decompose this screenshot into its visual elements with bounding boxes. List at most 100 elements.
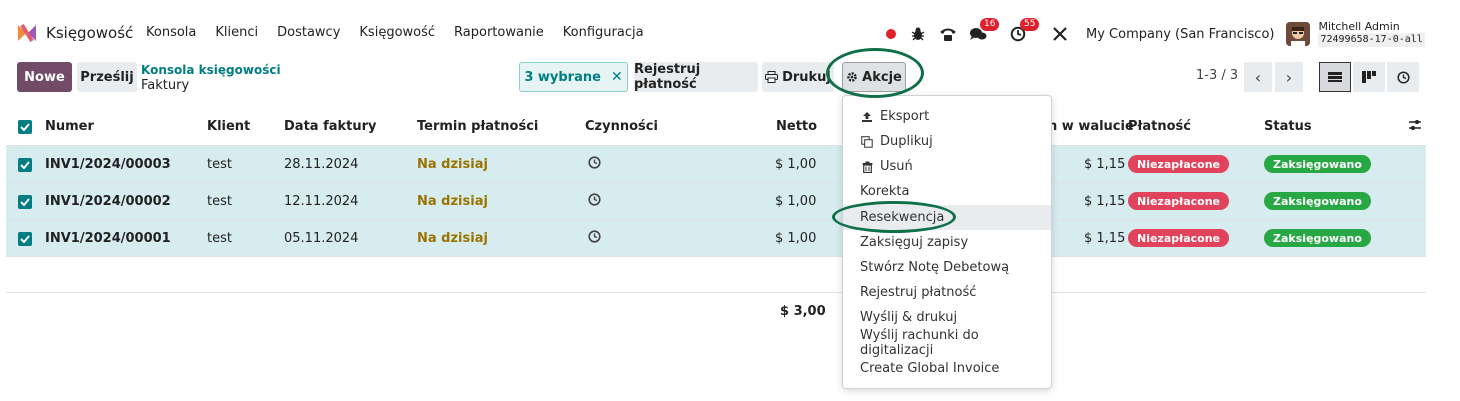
menu-item-register-payment[interactable]: Rejestruj płatność (843, 280, 1051, 305)
trash-icon (860, 160, 874, 174)
new-button[interactable]: Nowe (17, 62, 72, 92)
activity-badge: 55 (1020, 18, 1040, 31)
invoice-net: $ 1,00 (775, 194, 817, 209)
print-label: Drukuj (782, 69, 831, 85)
menu-item-create-global-invoice[interactable]: Create Global Invoice (843, 356, 1051, 381)
actions-dropdown-menu: Eksport Duplikuj Usuń Korekta Resekwencj… (842, 95, 1052, 389)
menu-item-delete[interactable]: Usuń (843, 154, 1051, 179)
menu-item-klienci[interactable]: Klienci (215, 25, 258, 40)
register-payment-button[interactable]: Rejestruj płatność (634, 62, 758, 92)
systray: 16 55 My Company (San Francisco) Mitchel… (886, 18, 1425, 48)
table-row[interactable]: INV1/2024/00003 test 28.11.2024 Na dzisi… (6, 146, 1426, 183)
column-header-total-currency[interactable]: n w walucie (1048, 119, 1134, 134)
menu-item-resequence[interactable]: Resekwencja (843, 205, 1051, 230)
user-menu[interactable]: Mitchell Admin 72499658-17-0-all (1318, 20, 1425, 47)
column-header-invoice-date[interactable]: Data faktury (284, 119, 377, 134)
actions-button[interactable]: Akcje (842, 62, 906, 92)
invoice-date: 12.11.2024 (284, 194, 359, 209)
menu-item-send-for-digitization[interactable]: Wyślij rachunki do digitalizacji (843, 327, 1051, 358)
activity-clock-icon[interactable] (588, 193, 601, 210)
menu-item-label: Duplikuj (880, 134, 933, 149)
invoice-net: $ 1,00 (775, 231, 817, 246)
invoice-number: INV1/2024/00002 (45, 194, 171, 209)
company-switcher[interactable]: My Company (San Francisco) (1086, 27, 1274, 42)
menu-item-label: Rejestruj płatność (860, 285, 977, 300)
optional-columns-icon[interactable] (1408, 118, 1422, 136)
menu-item-raportowanie[interactable]: Raportowanie (454, 25, 544, 40)
bug-icon[interactable] (908, 24, 928, 44)
invoice-client: test (207, 194, 232, 209)
column-header-status[interactable]: Status (1264, 119, 1312, 134)
table-row[interactable]: INV1/2024/00002 test 12.11.2024 Na dzisi… (6, 183, 1426, 220)
breadcrumb: Konsola księgowości Faktury (141, 63, 281, 93)
empty-row (6, 258, 1426, 293)
menu-item-label: Wyślij rachunki do digitalizacji (860, 327, 979, 358)
menu-item-post-entries[interactable]: Zaksięguj zapisy (843, 230, 1051, 255)
invoice-total: $ 1,15 (1084, 194, 1126, 209)
invoice-date: 28.11.2024 (284, 157, 359, 172)
chat-icon[interactable]: 16 (968, 18, 1000, 44)
menu-item-konsola[interactable]: Konsola (146, 25, 196, 40)
top-navbar: Księgowość Konsola Klienci Dostawcy Księ… (6, 14, 1426, 52)
breadcrumb-parent[interactable]: Konsola księgowości (141, 63, 281, 78)
column-header-due-date[interactable]: Termin płatności (417, 119, 538, 134)
upload-button[interactable]: Prześlij (77, 62, 137, 92)
main-menu: Konsola Klienci Dostawcy Księgowość Rapo… (146, 25, 663, 40)
user-avatar[interactable] (1286, 22, 1311, 46)
breadcrumb-current: Faktury (141, 78, 190, 93)
invoice-number: INV1/2024/00001 (45, 231, 171, 246)
activity-clock-icon[interactable] (588, 156, 601, 173)
menu-item-send-and-print[interactable]: Wyślij & drukuj (843, 305, 1051, 330)
selection-counter[interactable]: 3 wybrane ✕ (519, 62, 628, 92)
recording-indicator-icon[interactable] (886, 29, 896, 39)
menu-item-create-debit-note[interactable]: Stwórz Notę Debetową (843, 255, 1051, 280)
invoice-due: Na dzisiaj (417, 157, 488, 172)
payment-status-badge: Niezapłacone (1128, 229, 1230, 247)
printer-icon (765, 71, 779, 83)
gear-icon (847, 72, 857, 82)
invoice-total: $ 1,15 (1084, 157, 1126, 172)
column-header-client[interactable]: Klient (207, 119, 250, 134)
pager-value[interactable]: 1-3 / 3 (1196, 68, 1238, 83)
menu-item-export[interactable]: Eksport (843, 104, 1051, 129)
invoice-net: $ 1,00 (775, 157, 817, 172)
payment-status-badge: Niezapłacone (1128, 192, 1230, 210)
column-header-number[interactable]: Numer (45, 119, 94, 134)
menu-item-correction[interactable]: Korekta (843, 179, 1051, 204)
menu-item-label: Wyślij & drukuj (860, 310, 958, 325)
row-checkbox[interactable] (18, 195, 32, 209)
row-checkbox[interactable] (18, 158, 32, 172)
clear-selection-icon[interactable]: ✕ (611, 69, 623, 85)
kanban-view-icon[interactable] (1353, 62, 1385, 92)
menu-item-ksiegowosc[interactable]: Księgowość (359, 25, 435, 40)
list-view-icon[interactable] (1319, 62, 1351, 92)
column-header-activities[interactable]: Czynności (585, 119, 658, 134)
menu-item-label: Stwórz Notę Debetową (860, 260, 1010, 275)
invoice-client: test (207, 157, 232, 172)
menu-item-label: Usuń (880, 159, 913, 174)
menu-item-label: Korekta (860, 184, 910, 199)
pager-next-icon[interactable]: › (1275, 62, 1303, 92)
pager-previous-icon[interactable]: ‹ (1244, 62, 1272, 92)
select-all-checkbox[interactable] (18, 120, 32, 134)
column-header-net[interactable]: Netto (776, 119, 817, 134)
user-name: Mitchell Admin (1318, 20, 1400, 33)
activity-view-icon[interactable] (1387, 62, 1419, 92)
activity-clock-icon[interactable] (588, 230, 601, 247)
phone-icon[interactable] (938, 24, 958, 44)
chat-badge: 16 (980, 18, 1000, 31)
column-header-payment[interactable]: Płatność (1128, 119, 1191, 134)
menu-item-dostawcy[interactable]: Dostawcy (277, 25, 340, 40)
print-button[interactable]: Drukuj (762, 62, 834, 92)
menu-item-label: Create Global Invoice (860, 361, 1000, 376)
menu-item-duplicate[interactable]: Duplikuj (843, 129, 1051, 154)
app-name[interactable]: Księgowość (46, 24, 133, 42)
status-badge: Zaksięgowano (1264, 229, 1371, 247)
accounting-app-icon[interactable] (16, 22, 38, 44)
menu-item-konfiguracja[interactable]: Konfiguracja (563, 25, 644, 40)
status-badge: Zaksięgowano (1264, 155, 1371, 173)
table-row[interactable]: INV1/2024/00001 test 05.11.2024 Na dzisi… (6, 220, 1426, 257)
activity-clock-icon[interactable]: 55 (1008, 18, 1040, 44)
row-checkbox[interactable] (18, 232, 32, 246)
tools-icon[interactable] (1050, 24, 1070, 44)
